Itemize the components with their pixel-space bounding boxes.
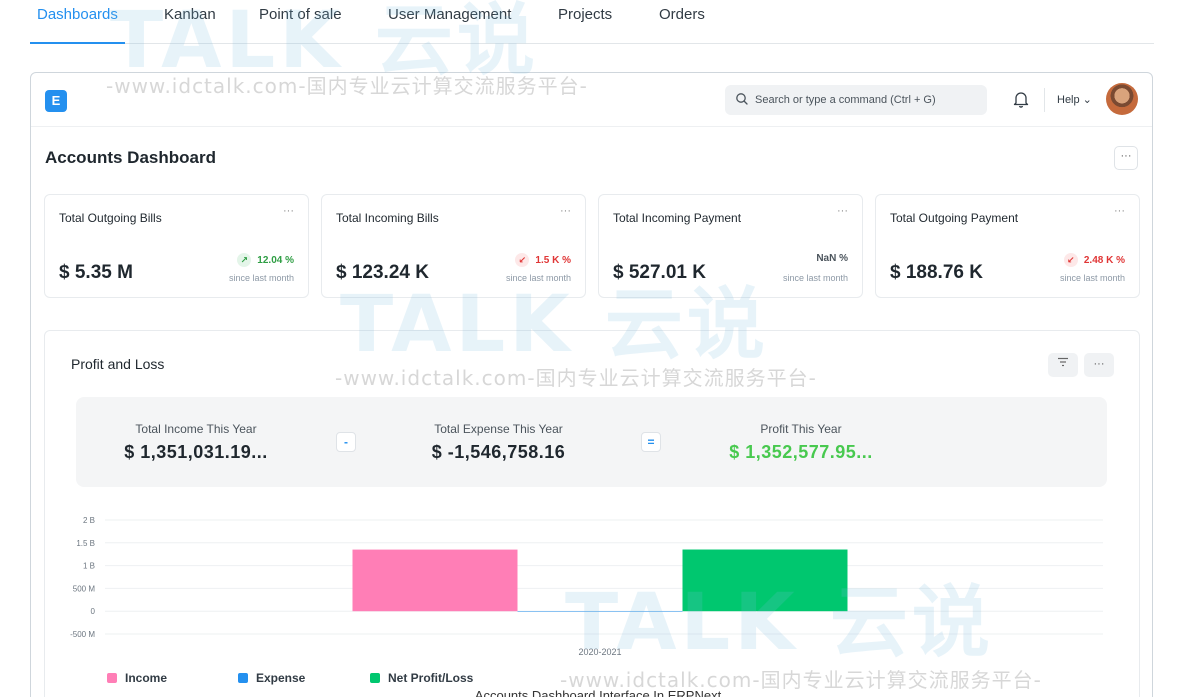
profit-loss-summary: Total Income This Year $ 1,351,031.19...…	[76, 397, 1107, 487]
search-icon	[735, 92, 749, 111]
arrow-down-left-icon: ↙	[515, 253, 530, 267]
card-change-value: 2.48 K %	[1083, 255, 1125, 266]
arrow-up-right-icon: ↗	[237, 253, 252, 267]
search-input[interactable]	[755, 85, 981, 115]
app-logo[interactable]: E	[45, 90, 67, 112]
card-title: Total Outgoing Bills	[59, 211, 162, 225]
app-header: E Help ⌄	[31, 73, 1152, 127]
card-more-icon[interactable]: ···	[1114, 205, 1125, 217]
bar-net-profit-loss	[682, 549, 848, 612]
card-value: $ 123.24 K	[336, 262, 429, 283]
bell-icon[interactable]	[1013, 90, 1029, 113]
help-dropdown[interactable]: Help ⌄	[1057, 93, 1092, 106]
arrow-down-left-icon: ↙	[1063, 253, 1078, 267]
card-more-icon[interactable]: ···	[560, 205, 571, 217]
pl-more-button[interactable]: ···	[1084, 353, 1114, 377]
figure-caption: Accounts Dashboard Interface In ERPNext	[474, 688, 722, 697]
card-value: $ 527.01 K	[613, 262, 706, 283]
y-tick-label: 500 M	[73, 584, 96, 593]
app-window: E Help ⌄ Accounts Dashboard ··· Total Ou…	[30, 72, 1153, 697]
summary-label: Profit This Year	[760, 422, 842, 436]
legend-income[interactable]: Income	[107, 671, 167, 685]
card-value: $ 188.76 K	[890, 262, 983, 283]
summary-expense: Total Expense This Year $ -1,546,758.16	[416, 422, 581, 463]
card-more-icon[interactable]: ···	[837, 205, 848, 217]
avatar[interactable]	[1106, 83, 1138, 115]
tab-kanban[interactable]: Kanban	[164, 6, 216, 44]
summary-value: $ 1,351,031.19...	[124, 442, 268, 462]
y-tick-label: 2 B	[83, 516, 95, 525]
card-change: ↙ 2.48 K %	[1063, 253, 1125, 267]
tab-user-management[interactable]: User Management	[388, 6, 511, 44]
page-more-button[interactable]: ···	[1114, 146, 1138, 170]
card-change: NaN %	[816, 253, 848, 264]
y-tick-label: 1 B	[83, 562, 95, 571]
legend-swatch-income	[107, 673, 117, 683]
y-tick-label: 0	[91, 607, 96, 616]
filter-icon	[1057, 357, 1069, 370]
legend-expense[interactable]: Expense	[238, 671, 305, 685]
card-since: since last month	[505, 273, 571, 283]
summary-profit: Profit This Year $ 1,352,577.95...	[716, 422, 886, 463]
bar-expense	[517, 611, 683, 612]
search-bar[interactable]	[725, 85, 987, 115]
card-total-outgoing-payment[interactable]: Total Outgoing Payment ··· ↙ 2.48 K % $ 1…	[875, 194, 1140, 298]
card-more-icon[interactable]: ···	[283, 205, 294, 217]
tab-projects[interactable]: Projects	[558, 6, 612, 44]
profit-loss-card: Profit and Loss ··· Total Income This Ye…	[44, 330, 1140, 697]
filter-button[interactable]	[1048, 353, 1078, 377]
card-total-outgoing-bills[interactable]: Total Outgoing Bills ··· ↗ 12.04 % $ 5.35…	[44, 194, 309, 298]
card-title: Total Incoming Bills	[336, 211, 439, 225]
card-change-value: NaN %	[816, 253, 848, 264]
legend-swatch-net	[370, 673, 380, 683]
card-total-incoming-payment[interactable]: Total Incoming Payment ··· NaN % $ 527.0…	[598, 194, 863, 298]
legend-swatch-expense	[238, 673, 248, 683]
equals-operator: =	[641, 432, 661, 452]
profit-loss-title: Profit and Loss	[71, 356, 165, 372]
profit-loss-chart: 2 B 1.5 B 1 B 500 M 0 -500 M 2020-2021	[70, 516, 1103, 657]
card-change: ↗ 12.04 %	[237, 253, 294, 267]
tab-point-of-sale[interactable]: Point of sale	[259, 6, 342, 44]
y-tick-label: 1.5 B	[76, 539, 95, 548]
bar-income	[352, 549, 518, 612]
legend-label: Income	[125, 671, 168, 685]
minus-operator: -	[336, 432, 356, 452]
card-change: ↙ 1.5 K %	[515, 253, 571, 267]
header-divider	[1044, 88, 1045, 112]
card-title: Total Outgoing Payment	[890, 211, 1019, 225]
tab-orders[interactable]: Orders	[659, 6, 705, 44]
card-title: Total Incoming Payment	[613, 211, 742, 225]
legend-label: Net Profit/Loss	[388, 671, 474, 685]
summary-value: $ -1,546,758.16	[431, 442, 566, 462]
card-since: since last month	[228, 273, 294, 283]
x-tick-label: 2020-2021	[578, 647, 621, 657]
card-since: since last month	[782, 273, 848, 283]
legend-net-profit[interactable]: Net Profit/Loss	[370, 671, 473, 685]
card-change-value: 1.5 K %	[535, 255, 571, 266]
card-since: since last month	[1059, 273, 1125, 283]
summary-value: $ 1,352,577.95...	[729, 442, 873, 462]
page-title: Accounts Dashboard	[45, 148, 216, 167]
card-value: $ 5.35 M	[59, 262, 133, 283]
summary-income: Total Income This Year $ 1,351,031.19...	[116, 422, 276, 463]
legend-label: Expense	[256, 671, 306, 685]
top-navigation: Dashboards Kanban Point of sale User Man…	[30, 0, 1154, 44]
summary-label: Total Expense This Year	[434, 422, 563, 436]
card-change-value: 12.04 %	[257, 255, 294, 266]
y-tick-label: -500 M	[70, 630, 95, 639]
tab-dashboards[interactable]: Dashboards	[30, 6, 125, 44]
summary-label: Total Income This Year	[135, 422, 257, 436]
card-total-incoming-bills[interactable]: Total Incoming Bills ··· ↙ 1.5 K % $ 123.…	[321, 194, 586, 298]
